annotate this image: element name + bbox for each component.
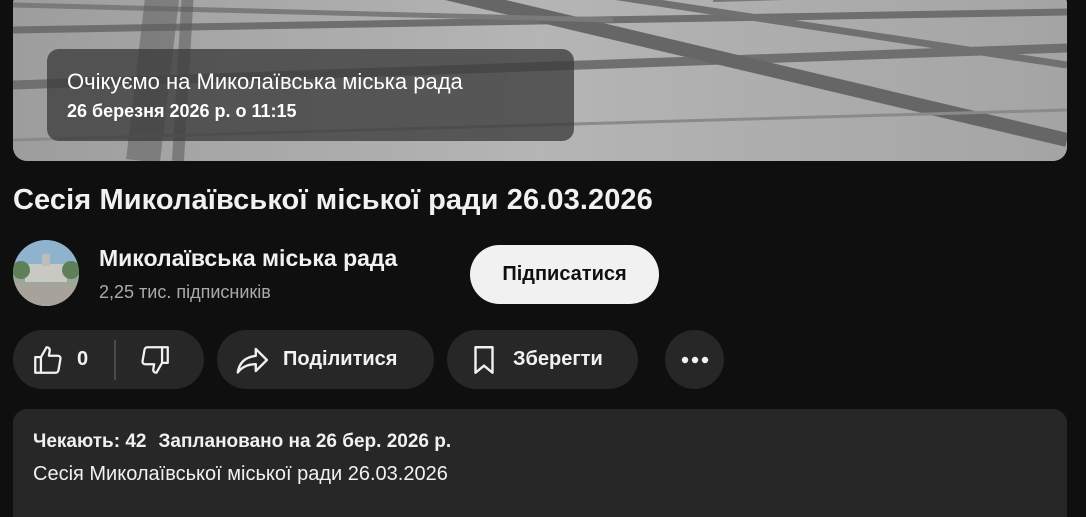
- more-horizontal-icon: [680, 355, 710, 365]
- video-title: Сесія Миколаївської міської ради 26.03.2…: [13, 184, 653, 216]
- scheduled-date: Заплановано на 26 бер. 2026 р.: [158, 431, 452, 452]
- dislike-button[interactable]: [116, 330, 172, 389]
- save-label: Зберегти: [513, 348, 603, 370]
- waiting-overlay: Очікуємо на Миколаївська міська рада 26 …: [47, 49, 574, 141]
- waiting-date: 26 березня 2026 р. о 11:15: [67, 101, 297, 121]
- thumbs-down-icon: [138, 343, 172, 377]
- thumbs-up-icon: [31, 343, 65, 377]
- waiting-count: Чекають: 42: [33, 431, 147, 452]
- waiting-title: Очікуємо на Миколаївська міська рада: [67, 69, 463, 94]
- like-dislike-group: 0: [13, 330, 204, 389]
- channel-name[interactable]: Миколаївська міська рада: [99, 245, 397, 272]
- description-text: Сесія Миколаївської міської ради 26.03.2…: [33, 463, 448, 485]
- video-page: Очікуємо на Миколаївська міська рада 26 …: [0, 0, 1086, 517]
- like-button[interactable]: 0: [13, 330, 88, 389]
- channel-avatar[interactable]: [13, 240, 79, 306]
- description-box[interactable]: Чекають: 42 Заплановано на 26 бер. 2026 р…: [13, 409, 1067, 517]
- subscriber-count: 2,25 тис. підписників: [99, 282, 271, 302]
- like-count: 0: [77, 348, 89, 370]
- share-button[interactable]: Поділитися: [217, 330, 434, 389]
- video-thumbnail[interactable]: Очікуємо на Миколаївська міська рада 26 …: [13, 0, 1067, 161]
- bookmark-icon: [467, 343, 501, 377]
- share-label: Поділитися: [283, 348, 398, 370]
- subscribe-button[interactable]: Підписатися: [470, 245, 659, 304]
- more-actions-button[interactable]: [665, 330, 724, 389]
- share-arrow-icon: [235, 343, 271, 377]
- save-button[interactable]: Зберегти: [447, 330, 638, 389]
- city-hall-icon: [13, 240, 79, 306]
- description-meta: Чекають: 42 Заплановано на 26 бер. 2026 р…: [33, 431, 1047, 453]
